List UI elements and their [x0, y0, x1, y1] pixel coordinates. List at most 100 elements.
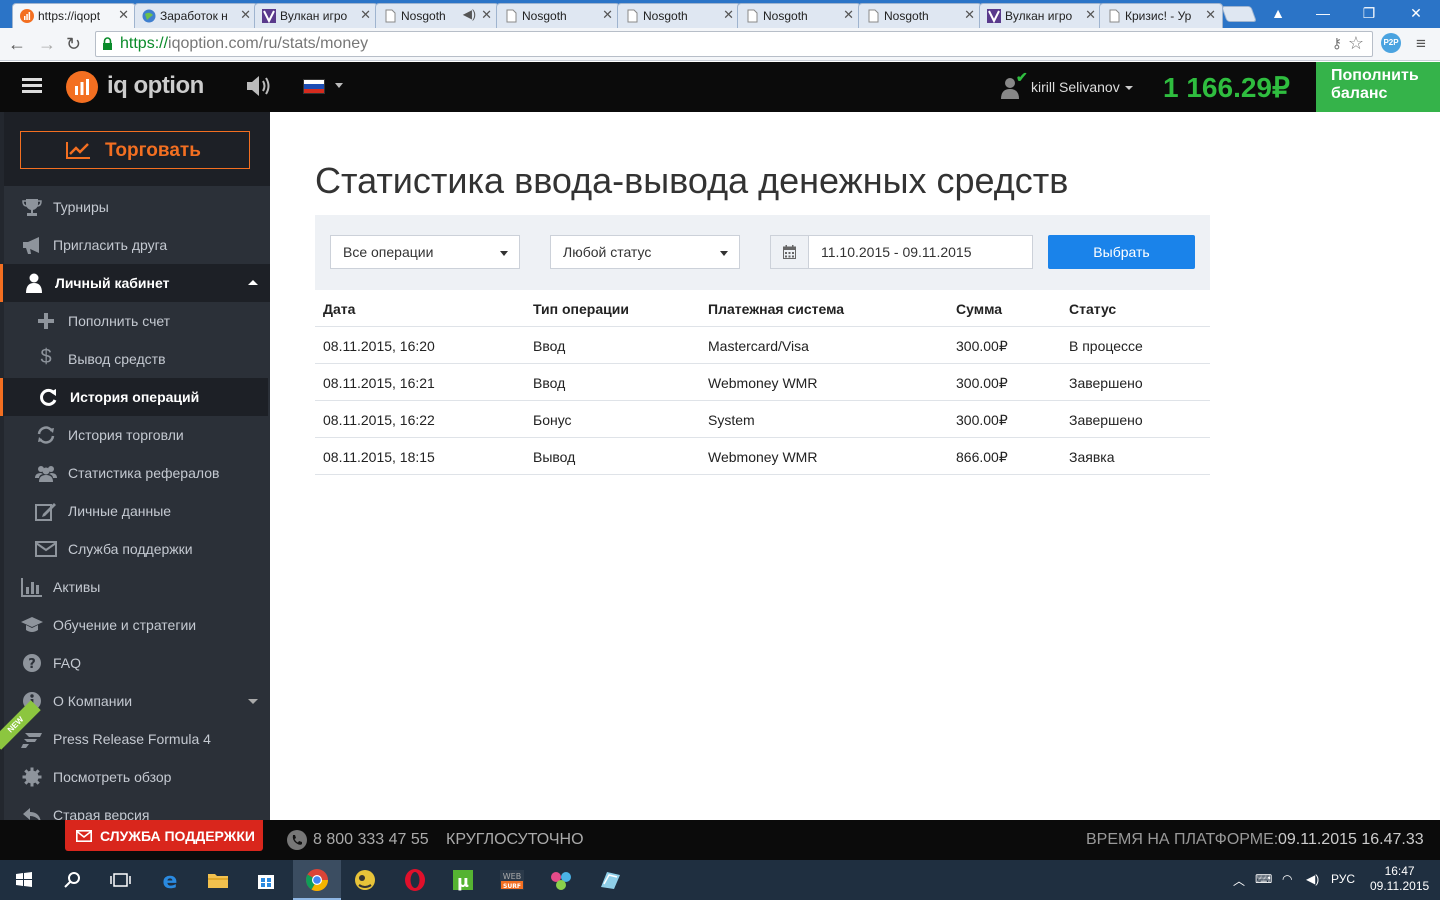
restore-icon[interactable]: ❐	[1346, 0, 1392, 28]
trade-label: Торговать	[105, 140, 201, 161]
start-icon[interactable]	[9, 865, 39, 895]
column-header-payment-system[interactable]: Платежная система	[708, 301, 844, 317]
task-view-icon[interactable]	[105, 865, 135, 895]
network-icon[interactable]: ⌨	[1255, 872, 1272, 886]
sidebar-item-education[interactable]: Обучение и стратегии	[4, 606, 270, 644]
language-dropdown-caret-icon[interactable]	[335, 83, 343, 88]
browser-tab[interactable]: Nosgoth ◀) ✕	[375, 3, 499, 28]
sidebar-item-invite-friend[interactable]: Пригласить друга	[4, 226, 270, 264]
column-header-status[interactable]: Статус	[1069, 301, 1116, 317]
back-icon	[23, 808, 41, 820]
column-header-date[interactable]: Дата	[323, 301, 355, 317]
opera-icon[interactable]	[400, 865, 430, 895]
browser-tab[interactable]: Заработок н ✕	[134, 3, 258, 28]
close-window-icon[interactable]: ✕	[1393, 0, 1439, 28]
close-tab-icon[interactable]: ✕	[964, 7, 975, 23]
close-tab-icon[interactable]: ✕	[481, 7, 492, 23]
browser-menu-icon[interactable]: ≡	[1416, 34, 1426, 54]
bookmark-star-icon[interactable]: ☆	[1348, 33, 1364, 54]
utorrent-icon[interactable]: μ	[448, 865, 478, 895]
sidebar-item-about-company[interactable]: О Компании	[4, 682, 270, 720]
page-favicon-icon	[868, 9, 879, 23]
p2p-extension-icon[interactable]: P2P	[1381, 33, 1401, 53]
search-icon[interactable]	[57, 865, 87, 895]
browser-tab-iqoption[interactable]: https://iqopt ✕	[12, 3, 136, 28]
app3-icon[interactable]	[595, 865, 625, 895]
column-header-amount[interactable]: Сумма	[956, 301, 1002, 317]
operation-type-select[interactable]: Все операции	[330, 235, 520, 269]
user-name[interactable]: kirill Selivanov	[1031, 79, 1120, 95]
wifi-icon[interactable]: ◠	[1282, 872, 1292, 886]
reload-icon[interactable]: ↻	[66, 34, 81, 55]
browser-tab[interactable]: Nosgoth ✕	[737, 3, 861, 28]
close-tab-icon[interactable]: ✕	[1205, 7, 1216, 23]
sidebar-item-personal-data[interactable]: Личные данные	[4, 492, 270, 530]
close-tab-icon[interactable]: ✕	[360, 7, 371, 23]
sidebar-item-referral-stats[interactable]: Статистика рефералов	[4, 454, 270, 492]
sidebar-item-view-review[interactable]: Посмотреть обзор	[4, 758, 270, 796]
collapse-caret-icon[interactable]	[248, 280, 258, 285]
close-tab-icon[interactable]: ✕	[843, 7, 854, 23]
support-button[interactable]: СЛУЖБА ПОДДЕРЖКИ	[65, 820, 263, 851]
url-field[interactable]: https://iqoption.com/ru/stats/money ⚷ ☆	[95, 31, 1373, 57]
browser-tab[interactable]: Вулкан игро ✕	[979, 3, 1103, 28]
user-dropdown-caret-icon[interactable]	[1125, 86, 1133, 90]
sidebar-item-support[interactable]: Служба поддержки	[4, 530, 270, 568]
calendar-icon[interactable]	[771, 236, 809, 268]
column-header-type[interactable]: Тип операции	[533, 301, 629, 317]
back-icon[interactable]: ←	[8, 34, 26, 55]
websurf-icon[interactable]: WEB SURF	[497, 865, 527, 895]
sidebar-item-deposit[interactable]: Пополнить счет	[4, 302, 270, 340]
browser-tab[interactable]: Кризис! - Ур ✕	[1099, 3, 1223, 28]
support-phone[interactable]: 8 800 333 47 55	[313, 831, 429, 849]
browser-tab[interactable]: Вулкан игро ✕	[254, 3, 378, 28]
logo-text[interactable]: iq option	[107, 72, 204, 100]
app-icon[interactable]	[350, 865, 380, 895]
close-tab-icon[interactable]: ✕	[602, 7, 613, 23]
edge-icon[interactable]: e	[155, 865, 185, 895]
date-range-input[interactable]: 11.10.2015 - 09.11.2015	[770, 235, 1033, 269]
speaker-icon[interactable]	[245, 74, 273, 98]
apply-filter-button[interactable]: Выбрать	[1048, 235, 1195, 269]
explorer-icon[interactable]	[203, 865, 233, 895]
cell-status: В процессе	[1069, 338, 1143, 354]
sidebar-item-operations-history[interactable]: История операций	[0, 378, 268, 416]
sidebar-item-personal-account[interactable]: Личный кабинет	[0, 264, 270, 302]
new-tab-button[interactable]	[1221, 6, 1257, 22]
minimize-icon[interactable]: —	[1300, 0, 1346, 28]
chrome-icon[interactable]	[302, 865, 332, 895]
key-icon[interactable]: ⚷	[1332, 35, 1342, 52]
close-tab-icon[interactable]: ✕	[240, 7, 251, 23]
trade-button[interactable]: Торговать	[20, 131, 250, 169]
sidebar-item-old-version[interactable]: Старая версия	[4, 796, 270, 820]
tray-expand-icon[interactable]: ︿	[1233, 872, 1245, 889]
tab-label: Nosgoth	[763, 9, 808, 23]
sidebar-item-assets[interactable]: Активы	[4, 568, 270, 606]
logo-icon[interactable]	[66, 71, 98, 103]
sidebar-item-trading-history[interactable]: История торговли	[4, 416, 270, 454]
sidebar-item-tournaments[interactable]: Турниры	[4, 188, 270, 226]
volume-icon[interactable]: ◀)	[1306, 872, 1319, 886]
russian-flag-icon[interactable]	[303, 79, 325, 94]
browser-tab[interactable]: Nosgoth ✕	[858, 3, 982, 28]
profile-icon[interactable]: ▲	[1255, 0, 1301, 28]
hamburger-menu-icon[interactable]	[22, 78, 42, 94]
clock-date: 09.11.2015	[1370, 879, 1430, 893]
status-select[interactable]: Любой статус	[550, 235, 740, 269]
sidebar-item-faq[interactable]: ? FAQ	[4, 644, 270, 682]
audio-icon[interactable]: ◀)	[463, 7, 476, 21]
top-up-balance-button[interactable]: Пополнить баланс	[1316, 62, 1440, 112]
close-tab-icon[interactable]: ✕	[1085, 7, 1096, 23]
forward-icon[interactable]: →	[38, 34, 56, 55]
app2-icon[interactable]	[546, 865, 576, 895]
sidebar-item-press-release[interactable]: Press Release Formula 4	[4, 720, 270, 758]
input-language[interactable]: РУС	[1331, 872, 1355, 886]
expand-caret-icon[interactable]	[248, 699, 258, 704]
sidebar-item-withdraw[interactable]: $ Вывод средств	[4, 340, 270, 378]
browser-tab[interactable]: Nosgoth ✕	[617, 3, 741, 28]
close-tab-icon[interactable]: ✕	[118, 7, 129, 23]
system-clock[interactable]: 16:47 09.11.2015	[1370, 864, 1429, 894]
store-icon[interactable]	[251, 865, 281, 895]
close-tab-icon[interactable]: ✕	[723, 7, 734, 23]
browser-tab[interactable]: Nosgoth ✕	[496, 3, 620, 28]
